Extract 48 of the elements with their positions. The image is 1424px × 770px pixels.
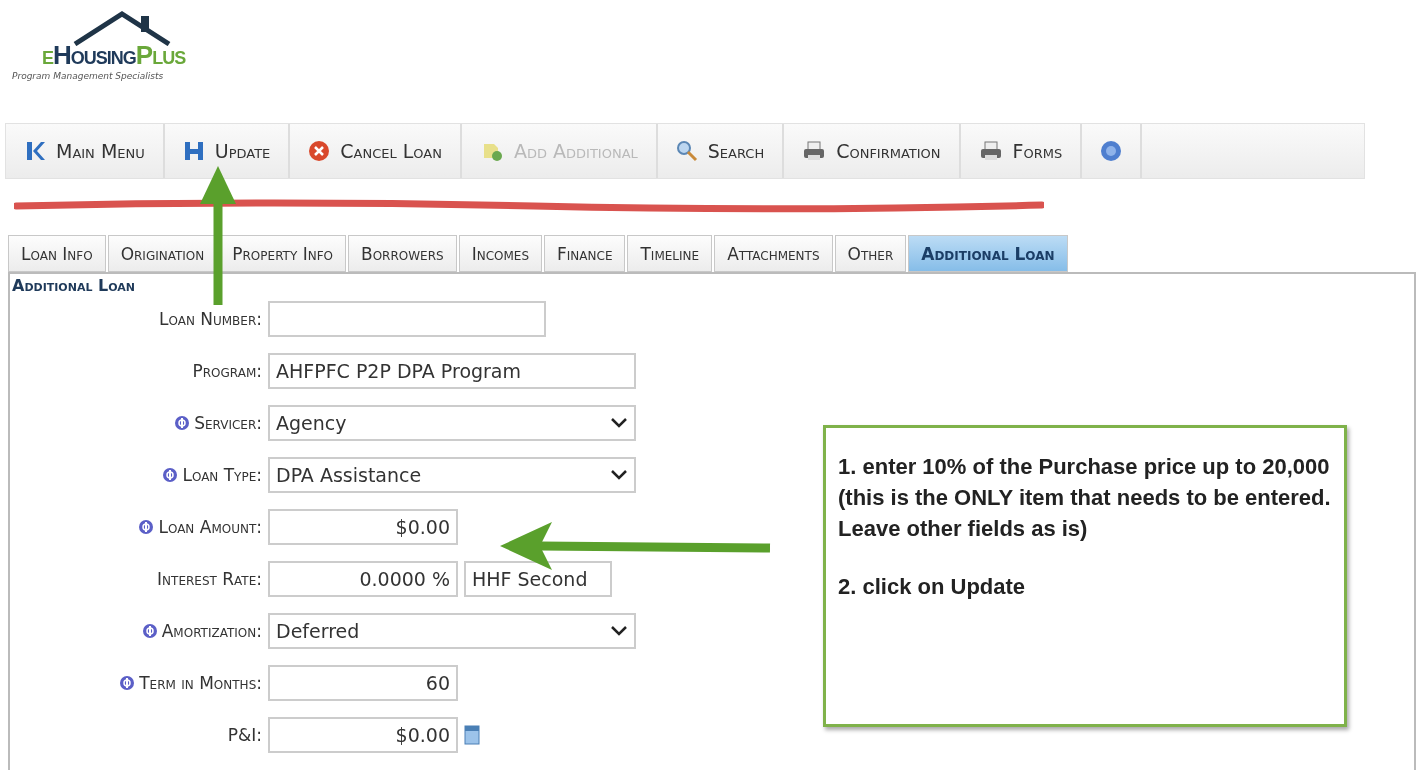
back-icon xyxy=(24,140,46,162)
toolbar-button[interactable]: Cancel Loan xyxy=(290,124,462,178)
tab[interactable]: Finance xyxy=(544,235,626,272)
save-icon xyxy=(182,140,205,162)
section-title: Additional Loan xyxy=(11,275,136,295)
instruction-text: 2. click on Update xyxy=(838,573,1027,602)
toolbar-button[interactable]: Confirmation xyxy=(784,124,961,178)
chevron-down-icon xyxy=(610,625,628,637)
text-field[interactable]: HHF Second xyxy=(464,561,612,597)
tab[interactable]: Attachments xyxy=(714,235,833,272)
field-label: Program: xyxy=(192,361,262,381)
instruction-text: 1. enter 10% of the Purchase price up to 20,000 (this is the ONLY item that needs to be entered. Leave other fields as is) xyxy=(838,453,1332,543)
calendar-icon[interactable] xyxy=(464,725,480,745)
field-label: Loan Number: xyxy=(158,309,262,329)
tab[interactable]: Loan Info xyxy=(8,235,106,272)
toolbar-button[interactable]: Forms xyxy=(960,124,1083,178)
tab[interactable]: Additional Loan xyxy=(908,235,1068,272)
logo-tagline: Program Management Specialists xyxy=(12,71,164,81)
field-label: Amortization: xyxy=(161,621,262,641)
tab[interactable]: Other xyxy=(834,235,907,272)
dropdown[interactable]: Deferred xyxy=(268,613,636,649)
field-label: Servicer: xyxy=(194,413,262,433)
chevron-down-icon xyxy=(610,417,628,429)
help-icon xyxy=(1100,140,1123,162)
dropdown[interactable]: DPA Assistance xyxy=(268,457,636,493)
dropdown[interactable]: Agency xyxy=(268,405,636,441)
field-label: Loan Amount: xyxy=(158,517,262,537)
number-field[interactable]: $0.00 xyxy=(268,509,458,545)
tab[interactable]: Timeline xyxy=(627,235,713,272)
cancel-icon xyxy=(308,140,331,162)
number-field[interactable]: 0.0000 % xyxy=(268,561,458,597)
field-label: Interest Rate: xyxy=(157,569,262,589)
tab[interactable]: Incomes xyxy=(458,235,543,272)
field-label: P&I: xyxy=(227,725,262,745)
tab[interactable]: Borrowers xyxy=(348,235,457,272)
number-field[interactable]: $0.00 xyxy=(268,717,458,753)
number-field[interactable]: 60 xyxy=(268,665,458,701)
printer-icon xyxy=(978,140,1003,162)
toolbar-button[interactable]: Main Menu xyxy=(6,124,165,178)
logo-text: eHousingPlus xyxy=(42,40,186,71)
chevron-down-icon xyxy=(610,469,628,481)
field-label: Term in Months: xyxy=(139,673,262,693)
loan-number-field[interactable] xyxy=(268,301,546,337)
printer-icon xyxy=(802,140,827,162)
search-icon xyxy=(675,140,698,162)
toolbar-button[interactable]: Search xyxy=(657,124,785,178)
text-field[interactable]: AHFPFC P2P DPA Program xyxy=(268,353,636,389)
field-label: Loan Type: xyxy=(182,465,262,485)
